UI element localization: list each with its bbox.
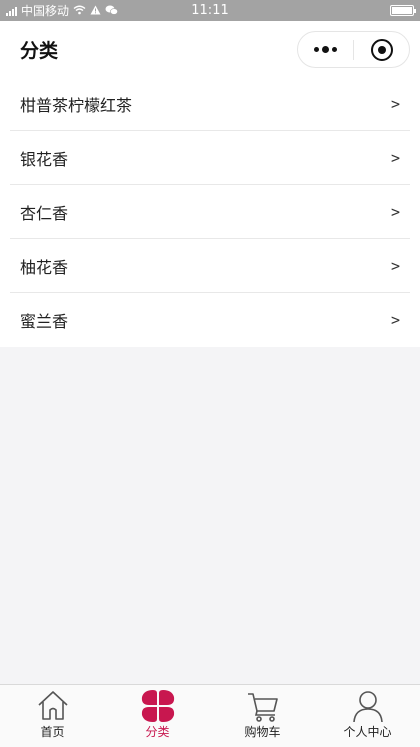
chevron-right-icon: >	[390, 94, 400, 113]
chevron-right-icon: >	[390, 256, 400, 275]
chevron-right-icon: >	[390, 148, 400, 167]
more-dots-icon	[314, 46, 337, 53]
cart-icon	[247, 693, 278, 722]
battery-icon	[390, 5, 416, 16]
category-label: 柑普茶柠檬红茶	[20, 95, 133, 115]
nav-bar: 分类	[0, 21, 420, 77]
tab-label: 分类	[145, 725, 170, 739]
category-item[interactable]: 蜜兰香 >	[10, 293, 410, 347]
category-label: 银花香	[20, 149, 69, 169]
battery-fill	[392, 7, 412, 14]
category-item[interactable]: 柚花香 >	[10, 239, 410, 293]
category-label: 蜜兰香	[20, 312, 69, 331]
status-time: 11:11	[191, 3, 229, 18]
tab-label: 购物车	[244, 725, 281, 739]
category-item[interactable]: 银花香 >	[10, 131, 410, 185]
chevron-right-icon: >	[390, 311, 400, 329]
page-title: 分类	[20, 39, 59, 62]
category-list: 柑普茶柠檬红茶 > 银花香 > 杏仁香 > 柚花香 > 蜜兰香 >	[0, 77, 420, 347]
user-icon	[352, 691, 383, 723]
category-label: 柚花香	[20, 257, 69, 277]
miniprogram-capsule	[297, 31, 410, 68]
tab-profile[interactable]: 个人中心	[315, 685, 420, 747]
target-icon	[370, 38, 393, 61]
close-button[interactable]	[354, 32, 409, 67]
tab-cart[interactable]: 购物车	[210, 685, 315, 747]
home-icon	[37, 691, 68, 720]
chevron-right-icon: >	[390, 202, 400, 221]
status-right	[390, 5, 416, 16]
tab-bar: 首页 分类 购物车 个人中心	[0, 684, 420, 747]
category-item[interactable]: 柑普茶柠檬红茶 >	[10, 77, 410, 131]
status-bar: 中国移动 11:11	[0, 0, 420, 21]
tab-category[interactable]: 分类	[105, 685, 210, 747]
tab-label: 首页	[40, 725, 65, 739]
tab-home[interactable]: 首页	[0, 685, 105, 747]
tab-label: 个人中心	[343, 725, 392, 739]
category-label: 杏仁香	[20, 203, 69, 223]
category-item[interactable]: 杏仁香 >	[10, 185, 410, 239]
category-icon	[141, 690, 174, 722]
more-button[interactable]	[298, 32, 353, 67]
